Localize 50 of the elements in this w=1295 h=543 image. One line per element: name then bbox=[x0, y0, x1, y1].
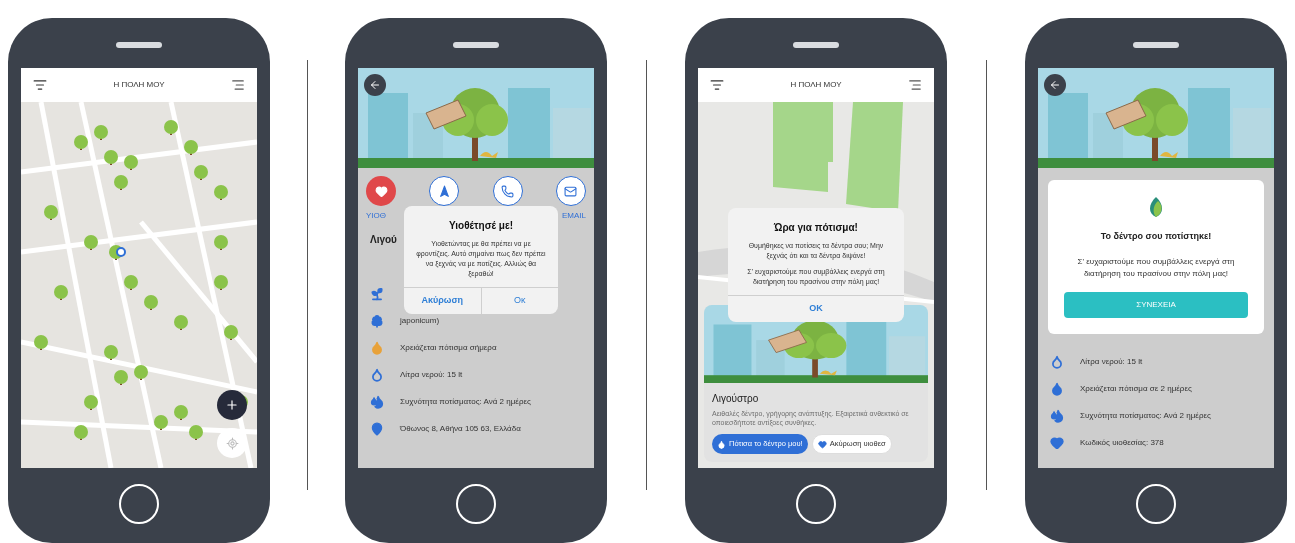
dialog-button[interactable]: Ακύρωση bbox=[404, 288, 481, 314]
phone-speaker bbox=[116, 42, 162, 48]
action-button[interactable] bbox=[366, 176, 396, 206]
detail-text: Λίτρα νερού: 15 lt bbox=[400, 368, 463, 381]
phone-icon bbox=[501, 184, 515, 198]
action-label: EMAIL bbox=[561, 210, 586, 222]
drop-icon bbox=[717, 439, 726, 449]
heart-icon bbox=[817, 439, 827, 449]
header-title: Η ΠΟΛΗ ΜΟΥ bbox=[113, 79, 165, 91]
continue-button[interactable]: ΣΥΝΕΧΕΙΑ bbox=[1064, 291, 1248, 318]
back-icon bbox=[1049, 79, 1061, 91]
mail-icon bbox=[564, 184, 578, 198]
action-button[interactable] bbox=[556, 176, 586, 206]
back-icon bbox=[369, 79, 381, 91]
header-title: Η ΠΟΛΗ ΜΟΥ bbox=[790, 79, 842, 91]
leaf-logo-icon bbox=[1147, 196, 1165, 218]
filter-icon[interactable] bbox=[33, 78, 47, 92]
detail-text: Όθωνος 8, Αθήνα 105 63, Ελλάδα bbox=[400, 422, 521, 435]
detail-text: Κωδικός υιοθεσίας: 378 bbox=[1080, 436, 1164, 449]
action-button[interactable] bbox=[492, 176, 523, 206]
dialog-button[interactable]: OK bbox=[728, 296, 904, 322]
heart-icon bbox=[374, 184, 388, 198]
dialog-title: Ώρα για πότισμα! bbox=[774, 221, 858, 235]
tree-title: Λιγού bbox=[370, 234, 397, 245]
filter-icon[interactable] bbox=[710, 78, 724, 92]
detail-text: japonicum) bbox=[400, 314, 440, 327]
menu-icon[interactable] bbox=[908, 78, 922, 92]
card-title: Λιγούστρο bbox=[712, 392, 760, 406]
dialog-button[interactable]: Οκ bbox=[480, 288, 558, 314]
home-button[interactable] bbox=[456, 484, 496, 524]
phone-speaker bbox=[793, 42, 839, 48]
locate-icon bbox=[225, 436, 239, 450]
phone-speaker bbox=[1133, 42, 1179, 48]
dialog-message: Σ' ευχαριστούμε που συμβάλλεις ενεργά στη διατήρηση του πρασίνου στην πόλη μας! bbox=[1076, 255, 1236, 280]
detail-text: Συχνότητα ποτίσματος: Ανά 2 ημέρες bbox=[1080, 409, 1211, 422]
detail-text: Χρειάζεται πότισμα σε 2 ημέρες bbox=[1080, 382, 1192, 395]
action-label: ΥΙΟΘ bbox=[366, 210, 386, 222]
dialog-title: Το δέντρο σου ποτίστηκε! bbox=[1100, 230, 1212, 243]
phone-speaker bbox=[453, 42, 499, 48]
home-button[interactable] bbox=[796, 484, 836, 524]
home-button[interactable] bbox=[1136, 484, 1176, 524]
home-button[interactable] bbox=[119, 484, 159, 524]
plus-icon bbox=[225, 398, 239, 412]
detail-text: Χρειάζεται πότισμα σήμερα bbox=[400, 341, 497, 354]
detail-text: Λίτρα νερού: 15 lt bbox=[1080, 355, 1143, 368]
dialog-title: Υιοθέτησέ με! bbox=[449, 219, 513, 233]
action-button[interactable] bbox=[429, 176, 460, 206]
navigation-icon bbox=[437, 184, 451, 198]
detail-text: Συχνότητα ποτίσματος: Ανά 2 ημέρες bbox=[400, 395, 531, 408]
menu-icon[interactable] bbox=[231, 78, 245, 92]
